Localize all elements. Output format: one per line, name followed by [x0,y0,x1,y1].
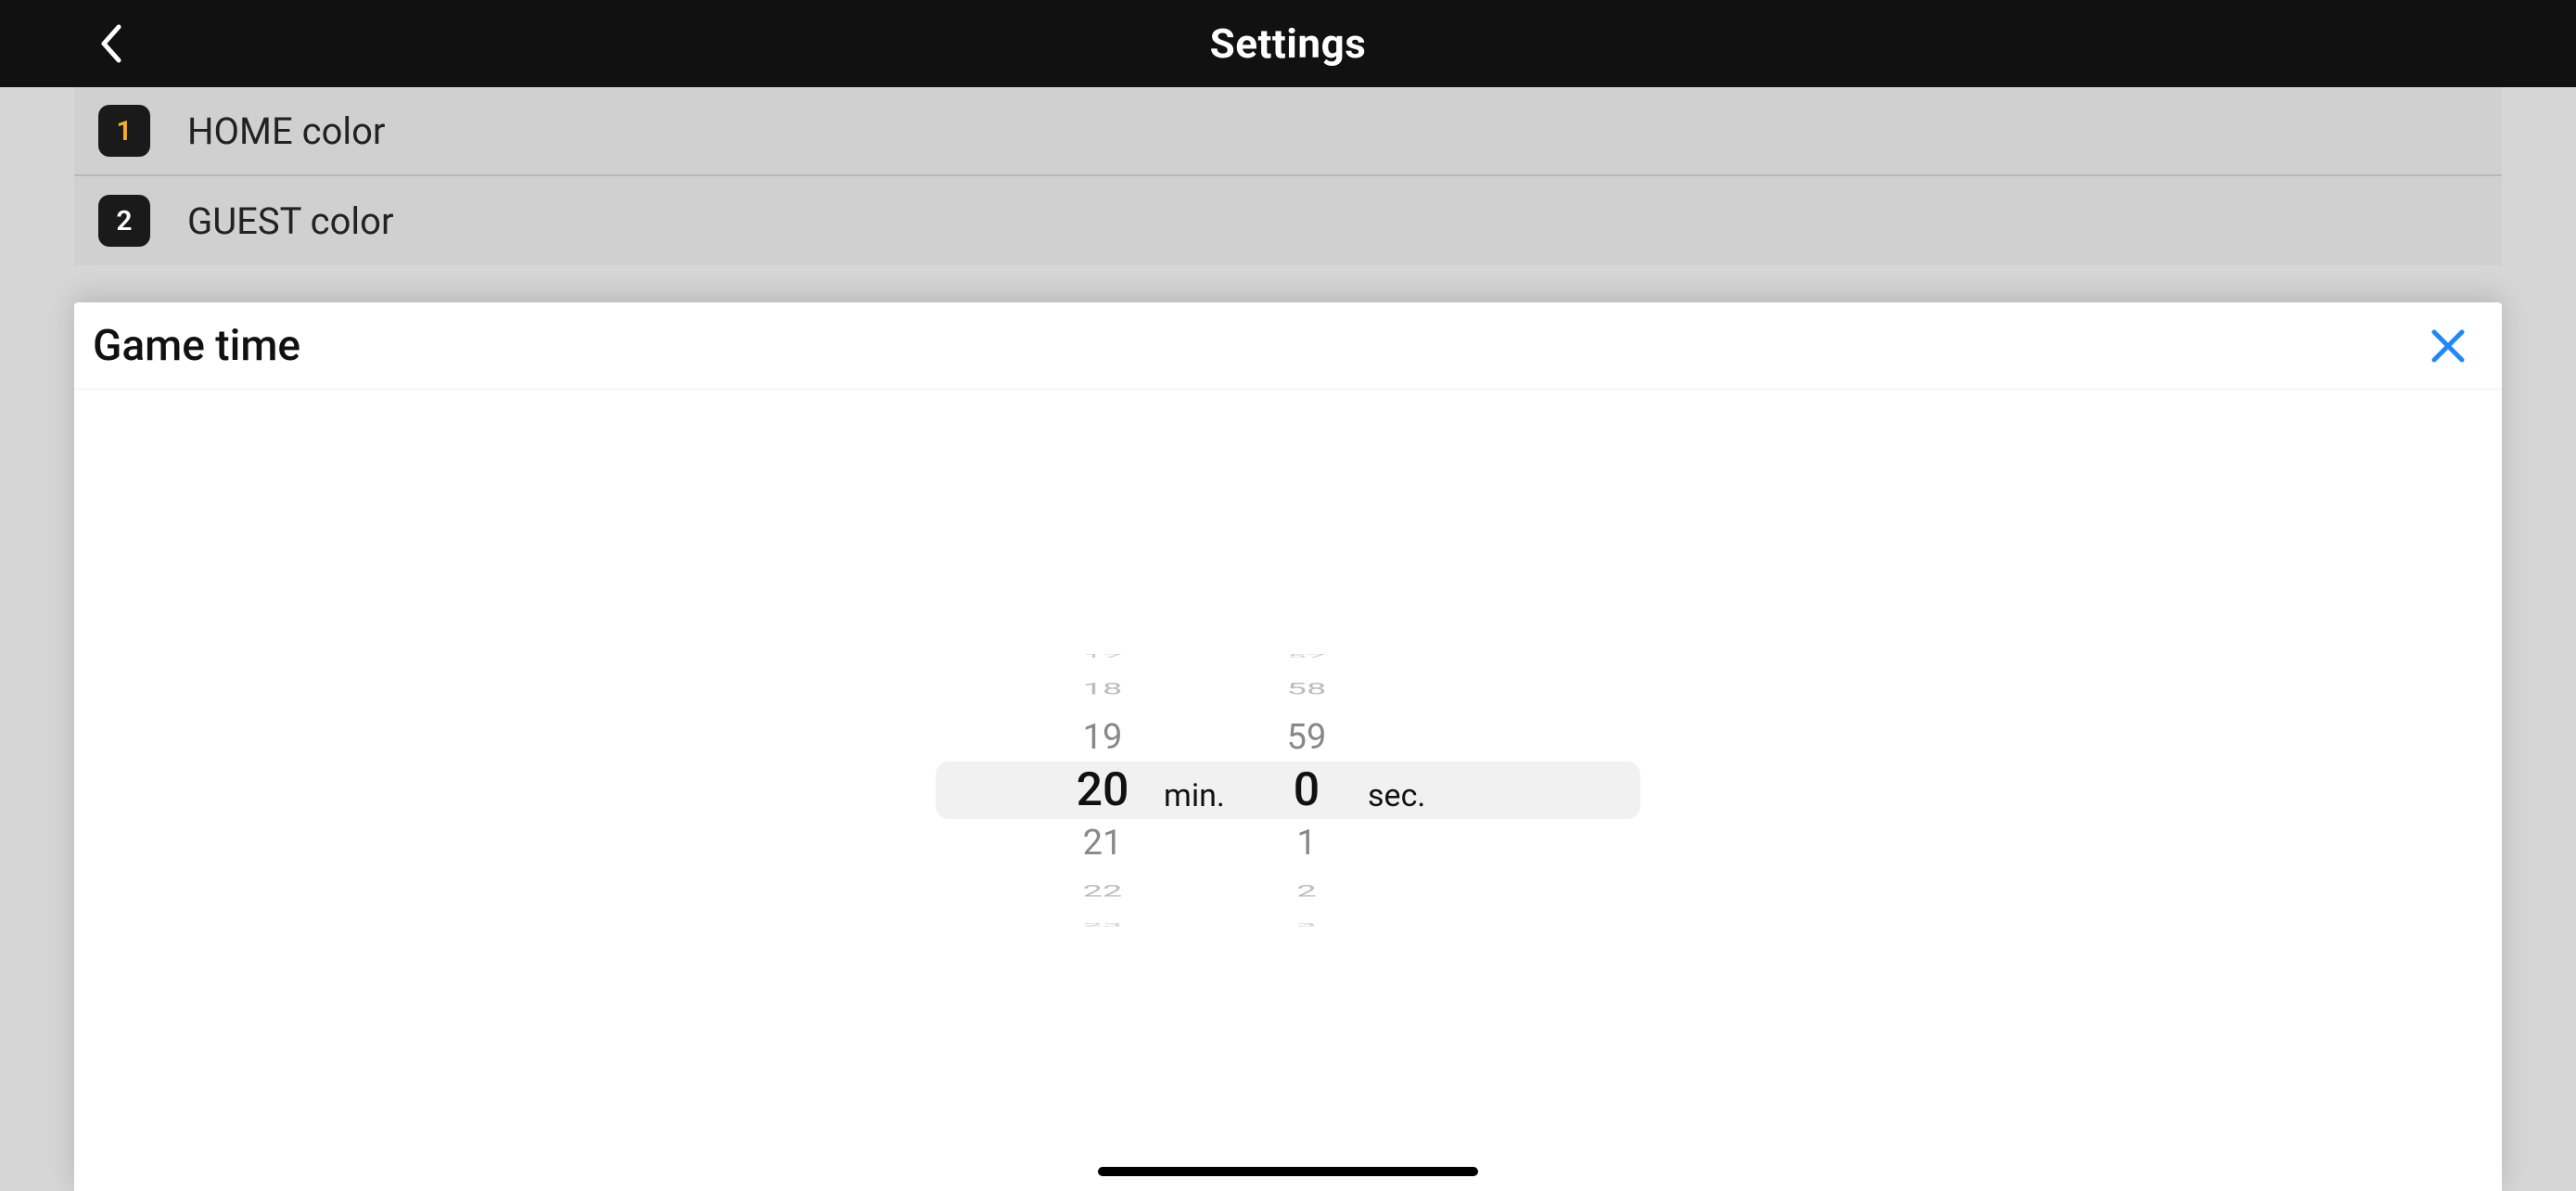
picker-item: 22 [1083,880,1123,902]
close-icon [2429,327,2468,365]
home-indicator[interactable] [1098,1167,1478,1176]
picker-item: 2 [1296,880,1316,902]
chevron-left-icon [91,23,132,64]
row-guest-color[interactable]: 2 GUEST color [74,176,2502,265]
page-title: Settings [1210,19,1367,68]
minutes-unit-label: min. [1158,675,1251,916]
back-button[interactable] [83,16,139,71]
picker-item: 1 [1296,819,1316,867]
picker-item: 58 [1287,678,1327,699]
seconds-wheel[interactable]: 57 58 59 0 1 2 3 [1251,670,1362,911]
picker-item-selected: 0 [1294,762,1320,819]
picker-item: 57 [1287,655,1327,658]
home-color-swatch: 1 [98,105,150,157]
picker-item: 21 [1083,819,1123,867]
seconds-unit-label: sec. [1362,675,1455,916]
guest-color-number: 2 [116,205,132,237]
picker-item: 23 [1083,924,1123,927]
row-home-color[interactable]: 1 HOME color [74,87,2502,176]
close-button[interactable] [2420,318,2476,374]
picker-item: 3 [1296,924,1316,927]
navbar: Settings [0,0,2576,87]
minutes-wheel[interactable]: 17 18 19 20 21 22 23 [1047,670,1158,911]
sheet-header: Game time [74,302,2502,390]
picker-item: 18 [1083,678,1123,699]
picker-item: 59 [1287,713,1327,762]
home-color-number: 1 [116,115,132,147]
picker-item: 19 [1083,713,1123,762]
time-picker[interactable]: 17 18 19 20 21 22 23 min. 57 5 [74,390,2502,1191]
picker-item: 17 [1083,655,1123,658]
home-color-label: HOME color [187,109,385,153]
guest-color-swatch: 2 [98,195,150,247]
guest-color-label: GUEST color [187,199,394,243]
game-time-sheet: Game time 17 18 19 20 21 22 [74,302,2502,1191]
sheet-title: Game time [93,321,300,371]
picker-item-selected: 20 [1077,762,1129,819]
